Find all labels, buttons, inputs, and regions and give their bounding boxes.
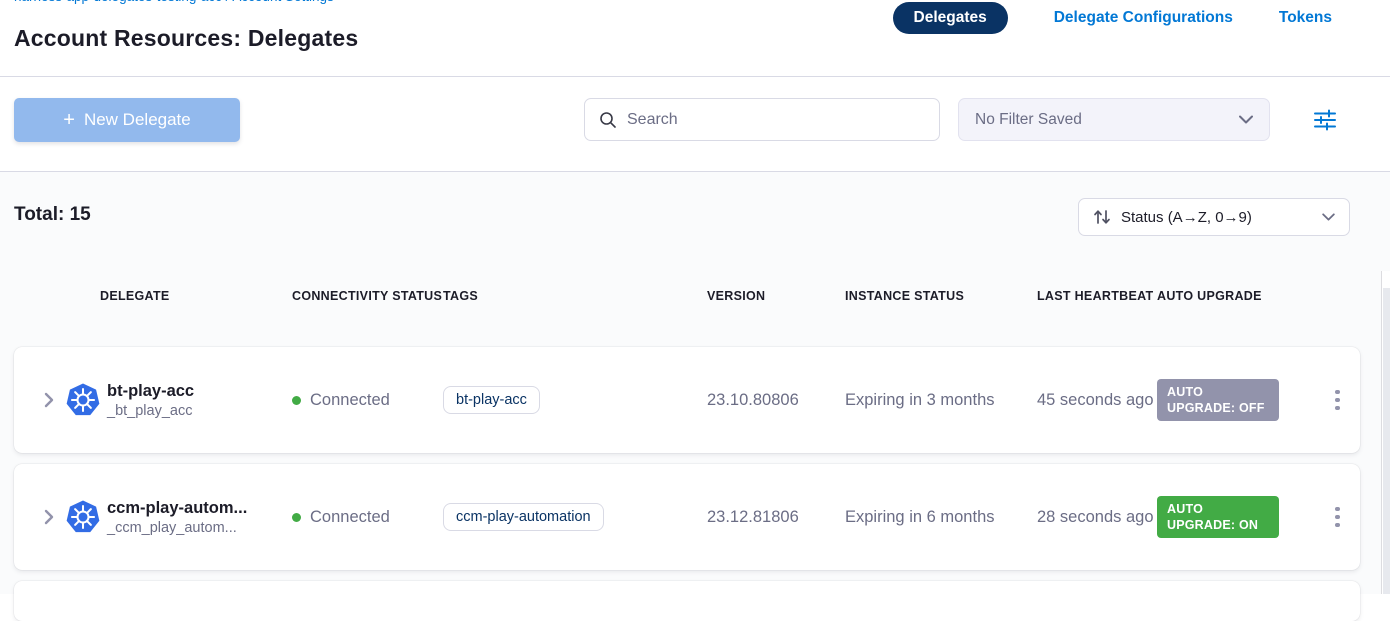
- new-delegate-button-label: New Delegate: [84, 110, 191, 130]
- filter-sliders-icon: [1312, 107, 1338, 133]
- table-header: DELEGATE CONNECTIVITY STATUS TAGS VERSIO…: [14, 287, 1360, 305]
- breadcrumb: harness-app-delegates-testing-acc / Acco…: [14, 0, 334, 4]
- chevron-right-expander-icon[interactable]: [41, 509, 57, 525]
- tags-cell: bt-play-acc: [443, 386, 707, 414]
- connectivity-status-label: Connected: [310, 508, 390, 527]
- tab-delegates[interactable]: Delegates: [893, 2, 1008, 34]
- last-heartbeat-cell: 45 seconds ago: [1037, 389, 1157, 411]
- tag-chip: bt-play-acc: [443, 386, 540, 414]
- delegate-name-block: ccm-play-autom... _ccm_play_autom...: [107, 499, 247, 536]
- column-header-auto-upgrade: AUTO UPGRADE: [1157, 287, 1315, 305]
- column-header-last-heartbeat: LAST HEARTBEAT: [1037, 287, 1157, 305]
- column-header-delegate: DELEGATE: [14, 287, 292, 305]
- delegate-name[interactable]: bt-play-acc: [107, 382, 194, 401]
- kubernetes-icon: [66, 383, 100, 417]
- version-cell: 23.10.80806: [707, 391, 845, 410]
- row-actions-cell: [1315, 384, 1360, 417]
- sort-dropdown[interactable]: Status (A→Z, 0→9): [1078, 198, 1350, 236]
- new-delegate-button[interactable]: + New Delegate: [14, 98, 240, 142]
- breadcrumb-account-link[interactable]: harness-app-delegates-testing-acc: [14, 0, 222, 4]
- delegate-cell: bt-play-acc _bt_play_acc: [14, 382, 292, 419]
- search-box[interactable]: [584, 98, 940, 141]
- chevron-down-icon: [1322, 213, 1335, 221]
- breadcrumb-settings-link[interactable]: Account Settings: [232, 0, 333, 4]
- delegate-name[interactable]: ccm-play-autom...: [107, 499, 247, 518]
- delegate-id: _bt_play_acc: [107, 403, 194, 419]
- last-heartbeat-cell: 28 seconds ago: [1037, 506, 1157, 528]
- table-row[interactable]: bt-play-acc _bt_play_acc Connected bt-pl…: [14, 347, 1360, 453]
- chevron-right-expander-icon[interactable]: [41, 392, 57, 408]
- delegate-cell: ccm-play-autom... _ccm_play_autom...: [14, 499, 292, 536]
- chevron-down-icon: [1239, 115, 1253, 124]
- delegate-id: _ccm_play_autom...: [107, 520, 247, 536]
- delegate-name-block: bt-play-acc _bt_play_acc: [107, 382, 194, 419]
- row-actions-cell: [1315, 501, 1360, 534]
- version-cell: 23.12.81806: [707, 508, 845, 527]
- scrollbar-thumb[interactable]: [1383, 288, 1390, 594]
- search-icon: [599, 111, 617, 129]
- connected-status-dot: [292, 396, 301, 405]
- saved-filter-dropdown[interactable]: No Filter Saved: [958, 98, 1270, 141]
- connectivity-status-label: Connected: [310, 391, 390, 410]
- plus-icon: +: [63, 110, 75, 130]
- vertical-dots-menu-icon[interactable]: [1329, 384, 1346, 417]
- column-header-connectivity-status: CONNECTIVITY STATUS: [292, 287, 443, 305]
- auto-upgrade-cell: AUTO UPGRADE: OFF: [1157, 379, 1315, 422]
- auto-upgrade-cell: AUTO UPGRADE: ON: [1157, 496, 1315, 539]
- connectivity-status-cell: Connected: [292, 508, 443, 527]
- sort-arrows-icon: [1093, 209, 1111, 225]
- kubernetes-icon: [66, 500, 100, 534]
- table-row[interactable]: [14, 581, 1360, 621]
- search-input[interactable]: [627, 111, 925, 129]
- instance-status-cell: Expiring in 6 months: [845, 508, 1037, 527]
- column-header-version: VERSION: [707, 287, 845, 305]
- column-header-instance-status: INSTANCE STATUS: [845, 287, 1037, 305]
- auto-upgrade-badge: AUTO UPGRADE: ON: [1157, 496, 1279, 539]
- auto-upgrade-badge: AUTO UPGRADE: OFF: [1157, 379, 1279, 422]
- vertical-scrollbar[interactable]: [1381, 271, 1390, 594]
- sort-value: Status (A→Z, 0→9): [1121, 209, 1312, 226]
- saved-filter-value: No Filter Saved: [975, 111, 1239, 129]
- total-count-label: Total: 15: [14, 204, 91, 226]
- table-row[interactable]: ccm-play-autom... _ccm_play_autom... Con…: [14, 464, 1360, 570]
- instance-status-cell: Expiring in 3 months: [845, 391, 1037, 410]
- tag-chip: ccm-play-automation: [443, 503, 604, 531]
- header-divider: [0, 76, 1390, 77]
- breadcrumb-separator: /: [226, 0, 230, 4]
- page-title: Account Resources: Delegates: [14, 25, 358, 52]
- vertical-dots-menu-icon[interactable]: [1329, 501, 1346, 534]
- filter-button[interactable]: [1312, 107, 1338, 133]
- connected-status-dot: [292, 513, 301, 522]
- column-header-tags: TAGS: [443, 287, 707, 305]
- tab-bar: Delegates Delegate Configurations Tokens: [893, 2, 1333, 34]
- tab-tokens[interactable]: Tokens: [1279, 9, 1332, 27]
- tab-delegate-configurations[interactable]: Delegate Configurations: [1054, 9, 1233, 27]
- connectivity-status-cell: Connected: [292, 391, 443, 410]
- tags-cell: ccm-play-automation: [443, 503, 707, 531]
